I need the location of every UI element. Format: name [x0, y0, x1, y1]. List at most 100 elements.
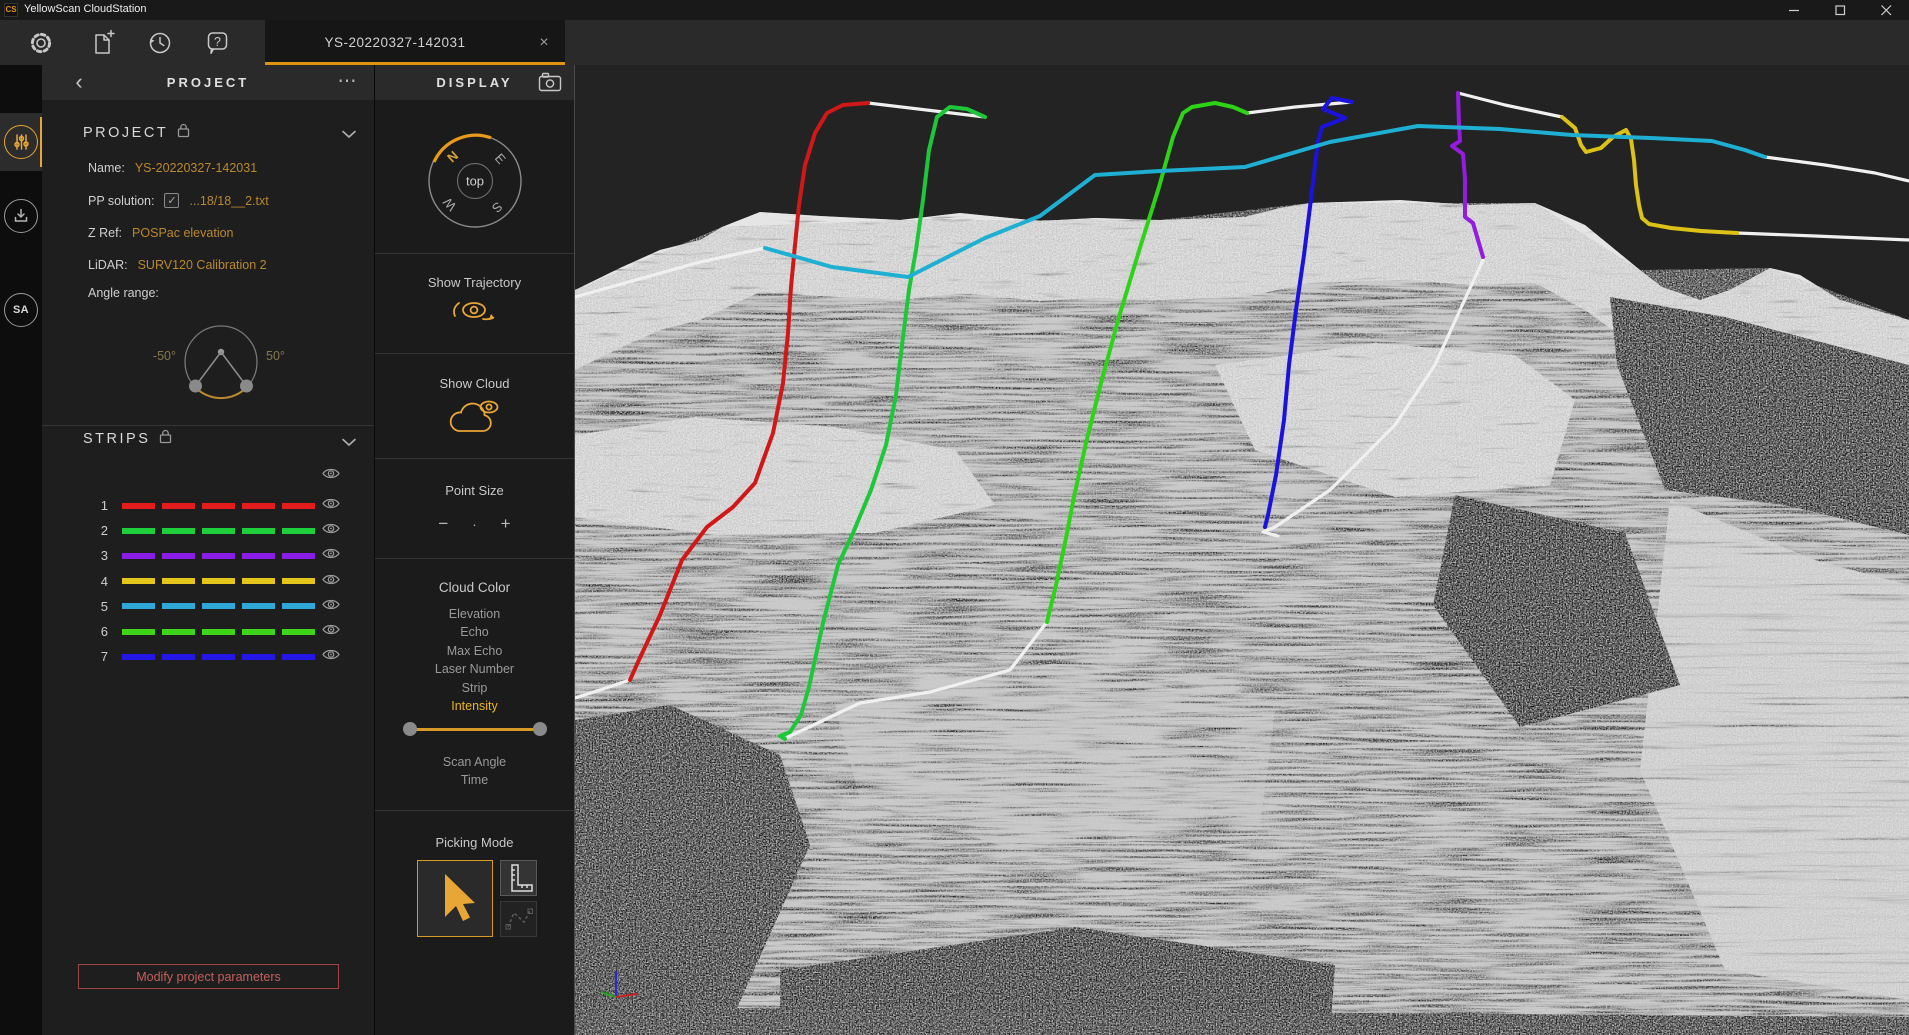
collapse-panel-button[interactable]: ‹ — [66, 69, 92, 95]
cloud-color-options: ElevationEchoMax EchoLaser NumberStripIn… — [375, 605, 574, 715]
project-name-value: YS-20220327-142031 — [135, 161, 257, 175]
gear-icon — [27, 29, 55, 57]
angle-range-dial[interactable] — [180, 317, 264, 403]
point-size-indicator: · — [472, 517, 476, 532]
compass-n: N — [444, 148, 461, 165]
strip-visibility-eye-icon[interactable] — [322, 547, 340, 561]
intensity-range-slider — [403, 721, 547, 737]
cloud-color-option-scan-angle[interactable]: Scan Angle — [375, 753, 574, 771]
strip-color-bar — [122, 578, 315, 584]
picking-mode-label: Picking Mode — [375, 835, 574, 850]
show-trajectory-toggle-icon[interactable] — [447, 295, 503, 331]
picking-mode-cursor-button[interactable] — [417, 860, 493, 937]
strip-number: 7 — [94, 649, 108, 664]
show-trajectory-label: Show Trajectory — [375, 275, 574, 290]
export-icon — [4, 199, 38, 233]
strip-number: 3 — [94, 548, 108, 563]
turn-green6-blue — [1247, 102, 1352, 113]
picking-mode-measure-button[interactable] — [500, 860, 537, 896]
strip-visibility-eye-icon[interactable] — [322, 497, 340, 511]
slider-handle-max[interactable] — [533, 722, 547, 736]
panel-menu-button[interactable]: ⋯ — [334, 68, 360, 94]
maximize-button[interactable] — [1817, 0, 1863, 20]
top-toolbar: ? YS-20220327-142031 × — [0, 20, 1909, 65]
slider-handle-min[interactable] — [403, 722, 417, 736]
divider — [375, 810, 574, 811]
title-bar: CS YellowScan CloudStation — [0, 0, 1909, 20]
strip-row-4: 4 — [42, 569, 374, 594]
point-size-decrease-button[interactable]: − — [438, 514, 448, 534]
strips-collapse-chevron[interactable] — [340, 435, 362, 451]
strip-number: 6 — [94, 624, 108, 639]
new-project-button[interactable] — [87, 27, 119, 59]
project-tab[interactable]: YS-20220327-142031 × — [265, 20, 565, 65]
cloud-color-option-time[interactable]: Time — [375, 771, 574, 789]
strip-visibility-eye-icon[interactable] — [322, 648, 340, 662]
angle-handle-right[interactable] — [240, 380, 253, 393]
strip-color-bar — [122, 603, 315, 609]
strip-visibility-eye-icon[interactable] — [322, 598, 340, 612]
cloud-color-option-laser-number[interactable]: Laser Number — [375, 660, 574, 678]
cloud-color-option-echo[interactable]: Echo — [375, 623, 574, 641]
strips-global-eye-icon[interactable] — [322, 467, 340, 481]
point-cloud-viewport[interactable] — [575, 65, 1909, 1035]
angle-min-label: -50° — [146, 349, 176, 363]
cloud-color-option-strip[interactable]: Strip — [375, 679, 574, 697]
strip-visibility-eye-icon[interactable] — [322, 573, 340, 587]
point-size-increase-button[interactable]: + — [501, 514, 511, 534]
camera-icon — [538, 71, 562, 93]
strip-number: 5 — [94, 599, 108, 614]
close-button[interactable] — [1863, 0, 1909, 20]
strip-row-6: 6 — [42, 619, 374, 644]
point-size-label: Point Size — [375, 483, 574, 498]
left-icon-rail: SA — [0, 65, 42, 1035]
rail-item-user[interactable]: SA — [0, 281, 42, 339]
strip-number: 2 — [94, 523, 108, 538]
terrain-grain — [575, 203, 1909, 1035]
field-lidar: LiDAR: SURV120 Calibration 2 — [88, 258, 267, 272]
pp-solution-checkbox[interactable]: ✓ — [164, 193, 179, 208]
tab-close-icon[interactable]: × — [533, 32, 555, 54]
display-panel: DISPLAY top N E S W Show Trajectory Show… — [375, 65, 575, 1035]
strip-visibility-eye-icon[interactable] — [322, 623, 340, 637]
lock-icon — [159, 429, 172, 448]
app-logo: CS — [4, 3, 18, 17]
strip-number: 1 — [94, 498, 108, 513]
pp-solution-file-link[interactable]: ...18/18__2.txt — [189, 194, 268, 208]
user-avatar: SA — [13, 304, 29, 316]
cloud-color-option-intensity[interactable]: Intensity — [375, 697, 574, 715]
picking-mode-profile-button[interactable] — [500, 901, 537, 937]
viewport-canvas[interactable] — [575, 65, 1909, 1035]
strip-row-2: 2 — [42, 518, 374, 543]
divider — [42, 425, 374, 426]
settings-button[interactable] — [25, 27, 57, 59]
cloud-color-label: Cloud Color — [375, 580, 574, 595]
lidar-value[interactable]: SURV120 Calibration 2 — [138, 258, 267, 272]
project-collapse-chevron[interactable] — [340, 127, 362, 143]
help-icon: ? — [204, 29, 232, 57]
minimize-button[interactable] — [1771, 0, 1817, 20]
modify-project-parameters-button[interactable]: Modify project parameters — [78, 964, 339, 989]
compass-widget[interactable]: top N E S W — [425, 131, 525, 231]
history-button[interactable] — [144, 27, 176, 59]
show-cloud-toggle-icon[interactable] — [447, 395, 505, 435]
field-angle-range: Angle range: — [88, 286, 159, 300]
angle-handle-left[interactable] — [189, 380, 202, 393]
rail-item-strips-filter[interactable] — [0, 113, 42, 171]
cloud-color-option-elevation[interactable]: Elevation — [375, 605, 574, 623]
project-section-title: PROJECT — [83, 123, 190, 142]
project-panel: PROJECT ‹ ⋯ PROJECT Name: YS-20220327-14… — [42, 65, 375, 1035]
svg-text:?: ? — [214, 35, 221, 49]
tail-yellow-right — [1737, 233, 1909, 240]
cursor-arrow-icon — [418, 861, 492, 936]
field-pp-solution: PP solution: ✓ ...18/18__2.txt — [88, 193, 269, 208]
divider — [375, 253, 574, 254]
screenshot-camera-button[interactable] — [538, 71, 562, 93]
help-button[interactable]: ? — [202, 27, 234, 59]
cloud-color-option-max-echo[interactable]: Max Echo — [375, 642, 574, 660]
strip-color-bar — [122, 553, 315, 559]
strip-visibility-eye-icon[interactable] — [322, 522, 340, 536]
strip-color-bar — [122, 629, 315, 635]
z-ref-value[interactable]: POSPac elevation — [132, 226, 233, 240]
rail-item-export[interactable] — [0, 187, 42, 245]
